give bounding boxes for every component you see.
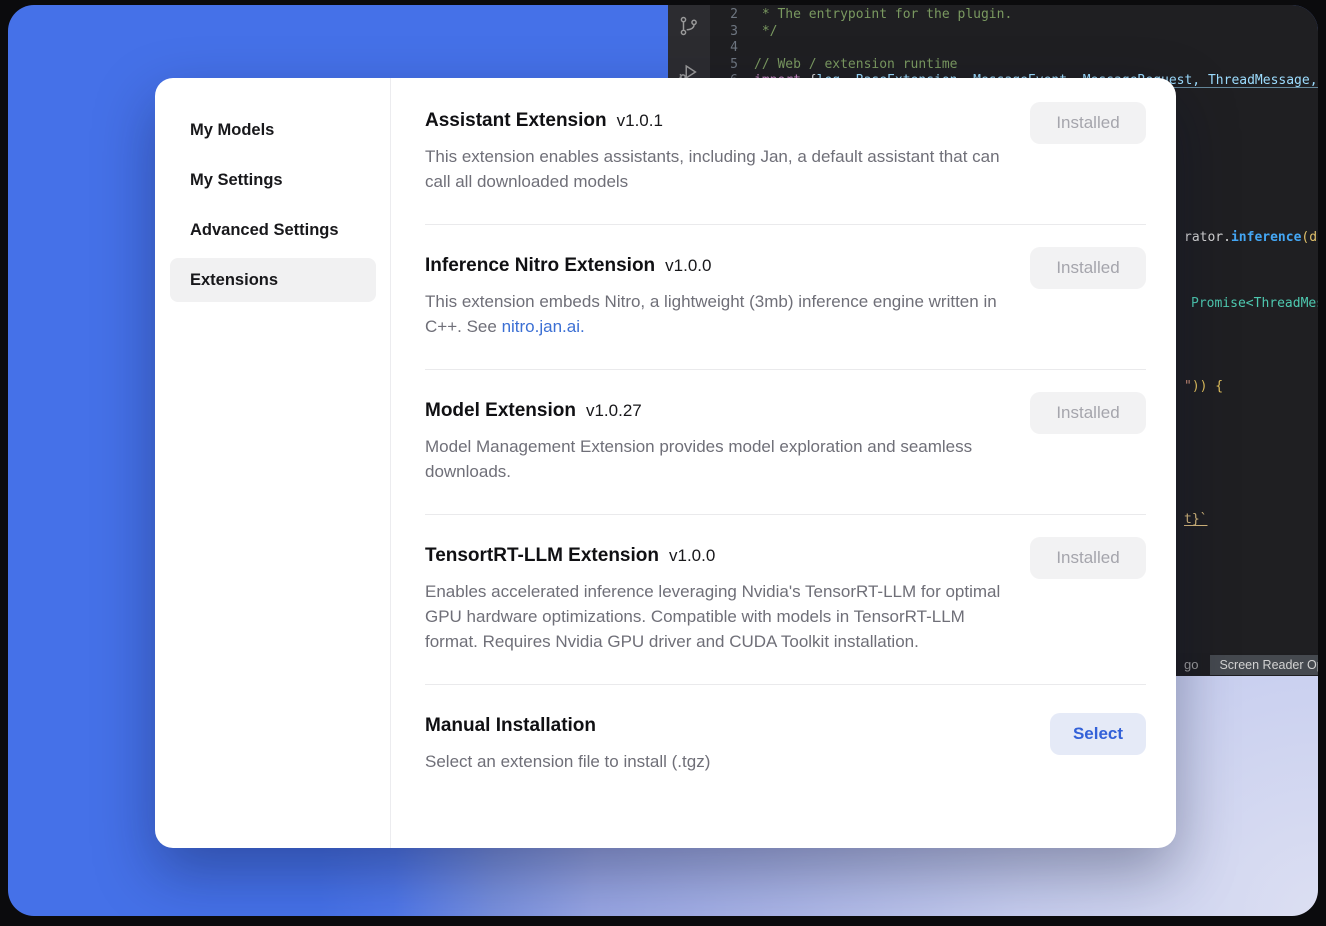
extension-description: This extension embeds Nitro, a lightweig… <box>425 289 1005 339</box>
extension-name: Assistant Extension <box>425 110 607 131</box>
extensions-list: Assistant Extension v1.0.1 This extension… <box>391 78 1176 848</box>
screen-reader-optimized-badge[interactable]: Screen Reader Optimized <box>1210 655 1318 675</box>
sidebar-item-my-models[interactable]: My Models <box>170 108 376 152</box>
select-button[interactable]: Select <box>1050 713 1146 755</box>
settings-modal: My Models My Settings Advanced Settings … <box>155 78 1176 848</box>
nitro-jan-ai-link[interactable]: nitro.jan.ai. <box>502 317 585 336</box>
line-number: 2 <box>710 7 738 24</box>
source-control-icon[interactable] <box>678 15 700 37</box>
code-text: */ <box>754 24 777 41</box>
settings-sidebar: My Models My Settings Advanced Settings … <box>155 78 391 848</box>
extension-description: Enables accelerated inference leveraging… <box>425 579 1005 654</box>
extension-row-assistant: Assistant Extension v1.0.1 This extension… <box>425 88 1146 225</box>
sidebar-item-advanced-settings[interactable]: Advanced Settings <box>170 208 376 252</box>
sidebar-item-label: My Models <box>190 121 274 140</box>
installed-button[interactable]: Installed <box>1030 247 1146 289</box>
extension-name: TensortRT-LLM Extension <box>425 545 659 566</box>
installed-button[interactable]: Installed <box>1030 392 1146 434</box>
code-fragment-inference: rator.inference(data)); <box>1184 230 1318 245</box>
status-bar-text: go <box>1184 657 1198 672</box>
extension-row-inference-nitro: Inference Nitro Extension v1.0.0 This ext… <box>425 225 1146 370</box>
code-fragment-template: t}` <box>1184 512 1207 527</box>
code-text: * The entrypoint for the plugin. <box>754 7 1012 24</box>
extension-row-tensorrt-llm: TensortRT-LLM Extension v1.0.0 Enables ac… <box>425 515 1146 685</box>
installed-button[interactable]: Installed <box>1030 537 1146 579</box>
extension-description: Model Management Extension provides mode… <box>425 434 1005 484</box>
extension-version: v1.0.1 <box>617 111 663 130</box>
code-fragment-brace: ")) { <box>1184 379 1223 394</box>
code-line: 4 <box>710 40 1318 57</box>
extension-description: Select an extension file to install (.tg… <box>425 749 1005 774</box>
code-fragment-promise: Promise<ThreadMessage> <box>1191 296 1318 311</box>
line-number: 4 <box>710 40 738 57</box>
sidebar-item-label: Advanced Settings <box>190 221 339 240</box>
extension-row-model: Model Extension v1.0.27 Model Management … <box>425 370 1146 515</box>
extension-name: Model Extension <box>425 400 576 421</box>
installed-button[interactable]: Installed <box>1030 102 1146 144</box>
extension-version: v1.0.27 <box>586 401 642 420</box>
extension-description: This extension enables assistants, inclu… <box>425 144 1005 194</box>
sidebar-item-extensions[interactable]: Extensions <box>170 258 376 302</box>
desktop-frame: 2 * The entrypoint for the plugin. 3 */ … <box>8 5 1318 916</box>
extension-name: Manual Installation <box>425 715 596 736</box>
line-number: 3 <box>710 24 738 41</box>
line-number: 5 <box>710 57 738 74</box>
sidebar-item-my-settings[interactable]: My Settings <box>170 158 376 202</box>
sidebar-item-label: My Settings <box>190 171 283 190</box>
code-line: 3 */ <box>710 24 1318 41</box>
sidebar-item-label: Extensions <box>190 271 278 290</box>
extension-row-manual-installation: Manual Installation Select an extension … <box>425 685 1146 804</box>
extension-version: v1.0.0 <box>665 256 711 275</box>
code-line: 5 // Web / extension runtime <box>710 57 1318 74</box>
code-line: 2 * The entrypoint for the plugin. <box>710 7 1318 24</box>
extension-name: Inference Nitro Extension <box>425 255 655 276</box>
extension-version: v1.0.0 <box>669 546 715 565</box>
code-text: // Web / extension runtime <box>754 57 958 74</box>
